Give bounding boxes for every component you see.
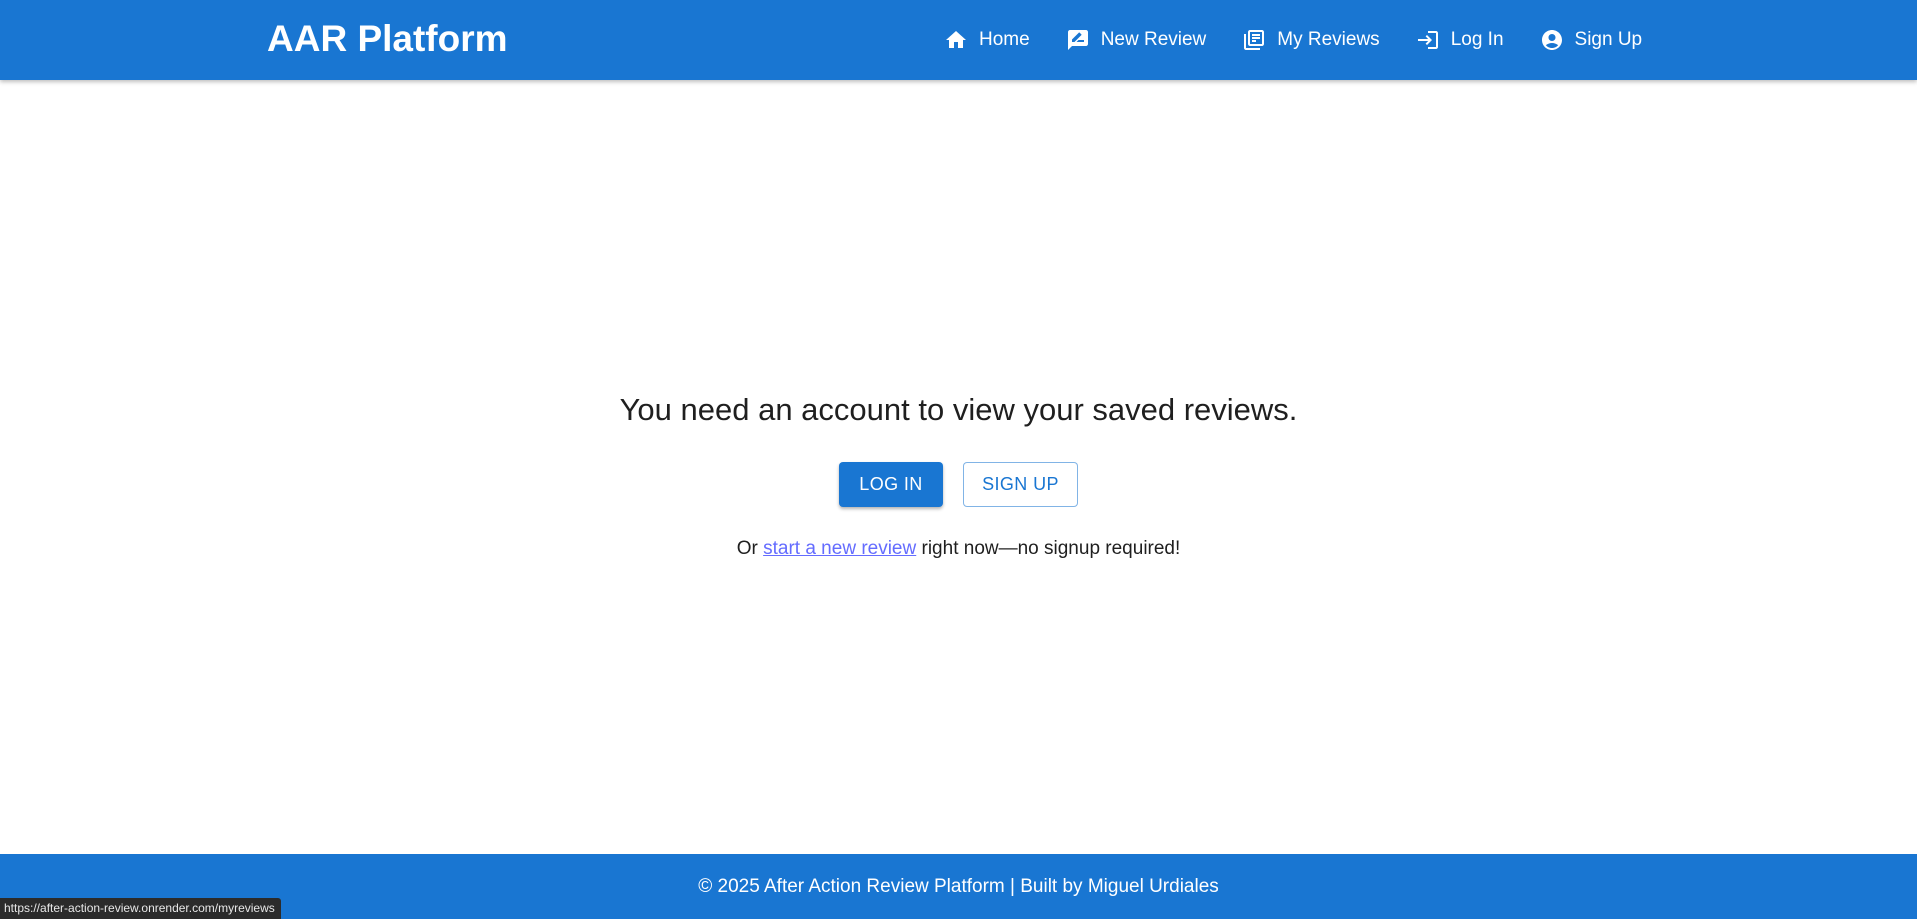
app-header: AAR Platform Home New Review My Reviews — [0, 0, 1917, 80]
nav-item-log-in[interactable]: Log In — [1416, 28, 1504, 52]
nav-item-sign-up[interactable]: Sign Up — [1540, 28, 1643, 52]
new-review-prompt: Or start a new review right now—no signu… — [0, 537, 1917, 561]
status-bar-url: https://after-action-review.onrender.com… — [0, 898, 281, 919]
library-books-icon — [1242, 28, 1266, 52]
app-footer: © 2025 After Action Review Platform | Bu… — [0, 854, 1917, 919]
subline-prefix: Or — [736, 538, 764, 559]
home-icon — [944, 28, 968, 52]
nav-item-label: Log In — [1450, 29, 1504, 50]
login-button[interactable]: LOG IN — [839, 462, 943, 507]
auth-buttons: LOG IN SIGN UP — [0, 462, 1917, 507]
footer-text: © 2025 After Action Review Platform | Bu… — [698, 876, 1219, 897]
nav-item-label: Home — [979, 29, 1030, 50]
signup-button[interactable]: SIGN UP — [963, 462, 1078, 507]
account-required-message: You need an account to view your saved r… — [619, 392, 1298, 427]
subline-suffix: right now—no signup required! — [916, 538, 1181, 559]
brand-title[interactable]: AAR Platform — [267, 18, 508, 60]
rate-review-icon — [1066, 28, 1090, 52]
start-new-review-link[interactable]: start a new review — [763, 538, 916, 559]
main-content: You need an account to view your saved r… — [0, 80, 1917, 854]
page: AAR Platform Home New Review My Reviews — [0, 0, 1917, 919]
nav-item-my-reviews[interactable]: My Reviews — [1242, 28, 1380, 52]
nav-item-home[interactable]: Home — [944, 28, 1030, 52]
nav-item-label: New Review — [1100, 29, 1207, 50]
main-nav: Home New Review My Reviews Log In Sign U… — [944, 25, 1642, 55]
login-icon — [1416, 28, 1440, 52]
nav-item-new-review[interactable]: New Review — [1066, 28, 1207, 52]
nav-item-label: My Reviews — [1277, 29, 1380, 50]
nav-item-label: Sign Up — [1574, 29, 1643, 50]
account-circle-icon — [1540, 28, 1564, 52]
